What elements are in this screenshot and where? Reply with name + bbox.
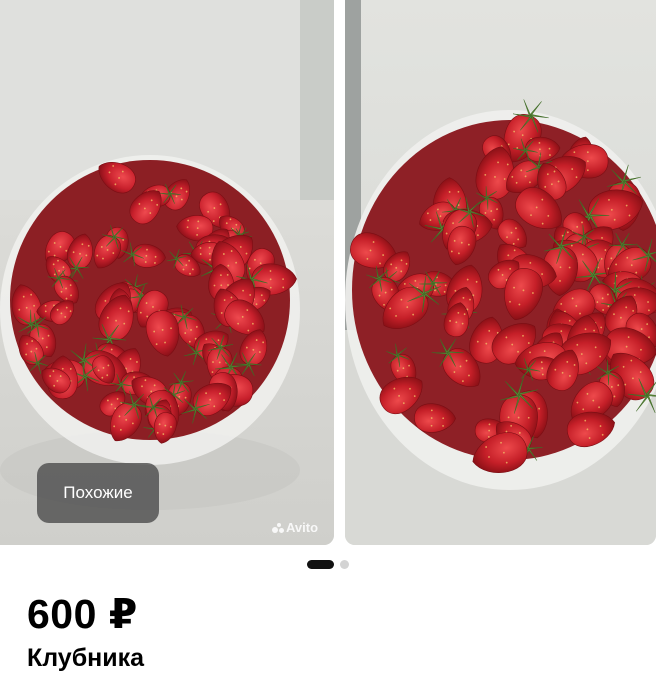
listing-page: Похожие Avito 600 ₽ Клубника [0,0,656,688]
avito-logo-icon [272,522,284,533]
listing-photo-2[interactable] [345,0,656,545]
listing-title: Клубника [27,644,145,672]
pager-dot-1[interactable] [307,560,334,569]
watermark-text: Avito [286,520,319,535]
photo-gallery[interactable]: Похожие Avito [0,0,656,545]
similar-button[interactable]: Похожие [37,463,159,523]
listing-price: 600 ₽ [27,591,138,637]
pager-dot-2[interactable] [340,560,349,569]
similar-button-label: Похожие [63,483,133,502]
gallery-pager[interactable] [0,560,656,569]
avito-watermark: Avito [272,520,318,535]
